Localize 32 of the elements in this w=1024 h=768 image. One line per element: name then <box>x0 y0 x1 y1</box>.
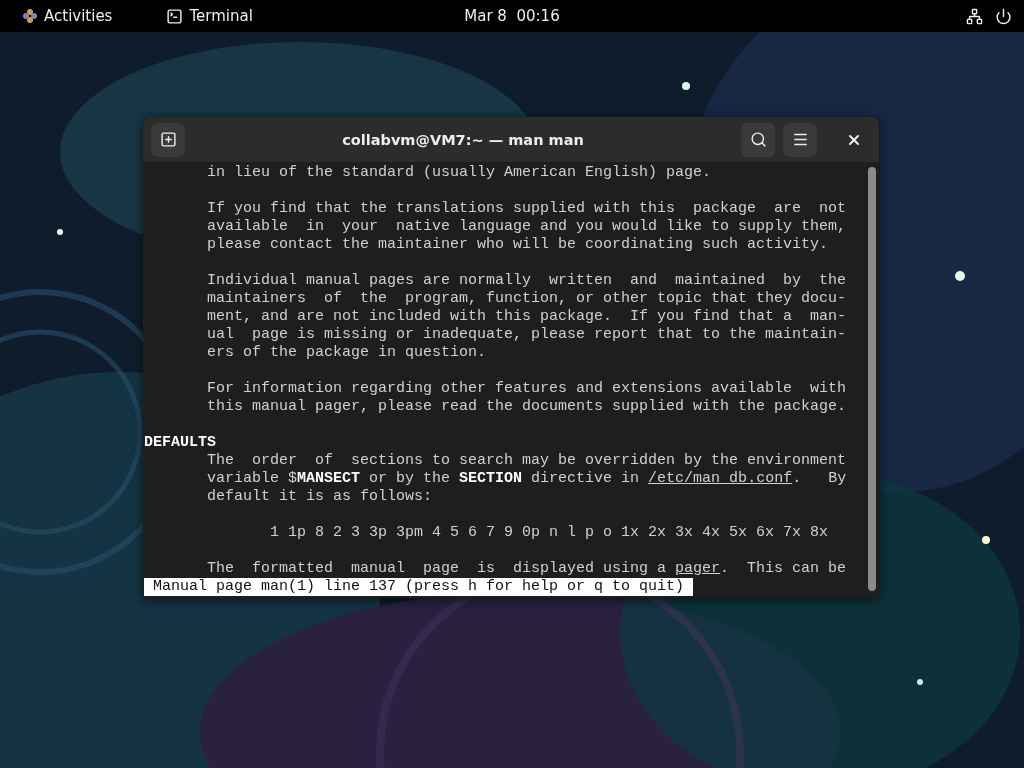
terminal-line: maintainers of the program, function, or other topic that they docu- <box>207 290 847 308</box>
terminal-line: ual page is missing or inadequate, please report that to the maintain- <box>207 326 847 344</box>
terminal-line: ers of the package in question. <box>207 344 487 362</box>
terminal-line: 1 1p 8 2 3 3p 3pm 4 5 6 7 9 0p n l p o 1x 2x 3x 4x 5x 6x 7x 8x <box>270 524 829 542</box>
terminal-line: ment, and are not included with this package. If you find that a man- <box>207 308 847 326</box>
new-tab-button[interactable] <box>151 122 185 157</box>
terminal-icon <box>166 7 184 25</box>
network-icon[interactable] <box>966 7 983 25</box>
activities-button[interactable]: Activities <box>18 7 117 25</box>
window-title: collabvm@VM7:~ — man man <box>342 131 584 148</box>
terminal-line: available in your native language and you would like to supply them, <box>207 218 847 236</box>
menu-button[interactable] <box>783 122 817 157</box>
terminal-line: in lieu of the standard (usually American English) page. <box>207 164 712 182</box>
scrollbar-thumb[interactable] <box>868 167 876 591</box>
clock[interactable]: Mar 8 00:16 <box>464 7 560 25</box>
terminal-line: The order of sections to search may be overridden by the environment <box>207 452 847 470</box>
search-button[interactable] <box>741 122 775 157</box>
section-heading: DEFAULTS <box>144 434 216 452</box>
menu-icon <box>791 131 809 148</box>
terminal-line: default it is as follows: <box>207 488 433 506</box>
power-icon[interactable] <box>995 7 1012 25</box>
terminal-line: Individual manual pages are normally written and maintained by the <box>207 272 847 290</box>
terminal-line: please contact the maintainer who will be coordinating such activity. <box>207 236 829 254</box>
terminal-line: If you find that the translations supplied with this package are not <box>207 200 847 218</box>
terminal-line: The formatted manual page is displayed using a pager. This can be <box>207 560 847 578</box>
app-menu-button[interactable]: Terminal <box>162 7 257 25</box>
new-tab-icon <box>159 131 177 148</box>
terminal-line: For information regarding other features and extensions available with <box>207 380 847 398</box>
terminal-line: this manual pager, please read the documents supplied with the package. <box>207 398 847 416</box>
flower-icon <box>22 8 38 24</box>
terminal-line: variable $MANSECT or by the SECTION directive in /etc/man_db.conf. By <box>207 470 847 488</box>
search-icon <box>749 131 767 148</box>
